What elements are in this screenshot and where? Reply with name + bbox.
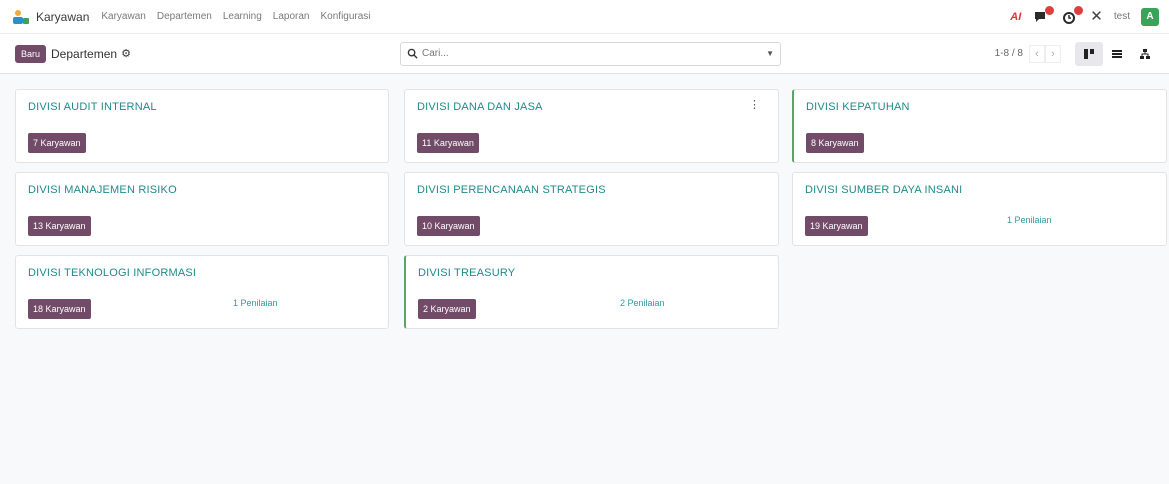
kanban-icon <box>1084 48 1094 59</box>
department-name[interactable]: DIVISI AUDIT INTERNAL <box>28 101 157 113</box>
search-options-toggle-icon[interactable]: ▼ <box>766 49 774 58</box>
pager-next-button[interactable]: › <box>1045 44 1061 63</box>
kanban-board: DIVISI AUDIT INTERNAL 7 Karyawan DIVISI … <box>0 74 1169 483</box>
pager-value[interactable]: 1-8 / 8 <box>995 48 1023 59</box>
department-card[interactable]: DIVISI DANA DAN JASA 11 Karyawan ⋮ <box>404 89 779 163</box>
activity-badge <box>1074 5 1084 15</box>
ai-icon[interactable]: AI <box>1010 11 1021 23</box>
department-name[interactable]: DIVISI PERENCANAAN STRATEGIS <box>417 184 606 196</box>
menu-item-konfigurasi[interactable]: Konfigurasi <box>321 11 371 22</box>
top-navbar: Karyawan Karyawan Departemen Learning La… <box>0 0 1169 34</box>
search-input[interactable] <box>422 48 767 59</box>
list-view-button[interactable] <box>1103 42 1131 66</box>
department-card[interactable]: DIVISI MANAJEMEN RISIKO 13 Karyawan <box>15 172 389 246</box>
employees-button[interactable]: 2 Karyawan <box>418 299 476 319</box>
department-card[interactable]: DIVISI TREASURY 2 Karyawan 2 Penilaian <box>404 255 779 329</box>
avatar[interactable]: A <box>1141 7 1159 26</box>
assessment-link[interactable]: 1 Penilaian <box>233 298 278 308</box>
control-panel: Baru Departemen ⚙ ▼ 1-8 / 8 ‹ › <box>0 34 1169 74</box>
assessment-link[interactable]: 1 Penilaian <box>1007 215 1052 225</box>
kanban-view-button[interactable] <box>1075 41 1103 66</box>
employees-button[interactable]: 13 Karyawan <box>28 216 91 236</box>
department-name[interactable]: DIVISI KEPATUHAN <box>806 101 910 113</box>
department-card[interactable]: DIVISI SUMBER DAYA INSANI 19 Karyawan 1 … <box>792 172 1167 246</box>
department-card[interactable]: DIVISI PERENCANAAN STRATEGIS 10 Karyawan <box>404 172 779 246</box>
department-name[interactable]: DIVISI TREASURY <box>418 267 515 279</box>
new-button[interactable]: Baru <box>15 44 47 63</box>
department-card[interactable]: DIVISI TEKNOLOGI INFORMASI 18 Karyawan 1… <box>15 255 389 329</box>
menu-item-laporan[interactable]: Laporan <box>273 11 310 22</box>
assessment-link[interactable]: 2 Penilaian <box>620 298 665 308</box>
menu-item-departemen[interactable]: Departemen <box>157 11 212 22</box>
user-name[interactable]: test <box>1114 11 1130 22</box>
pager-previous-button[interactable]: ‹ <box>1029 44 1045 63</box>
search-bar[interactable]: ▼ <box>400 41 781 66</box>
menu-item-karyawan[interactable]: Karyawan <box>101 11 145 22</box>
department-card[interactable]: DIVISI AUDIT INTERNAL 7 Karyawan <box>15 89 389 163</box>
hierarchy-icon <box>1140 48 1150 59</box>
employees-button[interactable]: 18 Karyawan <box>28 299 91 319</box>
chat-icon[interactable] <box>1032 5 1055 25</box>
department-card[interactable]: DIVISI KEPATUHAN 8 Karyawan <box>792 89 1167 163</box>
hierarchy-view-button[interactable] <box>1131 42 1159 66</box>
chat-badge <box>1045 5 1055 15</box>
employees-app-icon[interactable] <box>12 9 30 25</box>
employees-button[interactable]: 8 Karyawan <box>806 133 864 153</box>
search-icon <box>407 48 418 59</box>
employees-button[interactable]: 19 Karyawan <box>805 216 868 236</box>
menu-item-learning[interactable]: Learning <box>223 11 262 22</box>
department-name[interactable]: DIVISI SUMBER DAYA INSANI <box>805 184 962 196</box>
department-name[interactable]: DIVISI DANA DAN JASA <box>417 101 543 113</box>
employees-button[interactable]: 7 Karyawan <box>28 133 86 153</box>
employees-button[interactable]: 10 Karyawan <box>417 216 480 236</box>
app-name[interactable]: Karyawan <box>36 10 89 24</box>
department-name[interactable]: DIVISI TEKNOLOGI INFORMASI <box>28 267 196 279</box>
employees-button[interactable]: 11 Karyawan <box>417 133 479 153</box>
breadcrumb: Departemen <box>51 46 118 61</box>
list-icon <box>1112 49 1122 58</box>
gear-icon[interactable]: ⚙ <box>121 47 131 60</box>
activity-icon[interactable] <box>1061 5 1084 25</box>
card-menu-icon[interactable]: ⋮ <box>749 98 760 111</box>
department-name[interactable]: DIVISI MANAJEMEN RISIKO <box>28 184 177 196</box>
tools-icon[interactable]: ✕ <box>1090 9 1103 24</box>
